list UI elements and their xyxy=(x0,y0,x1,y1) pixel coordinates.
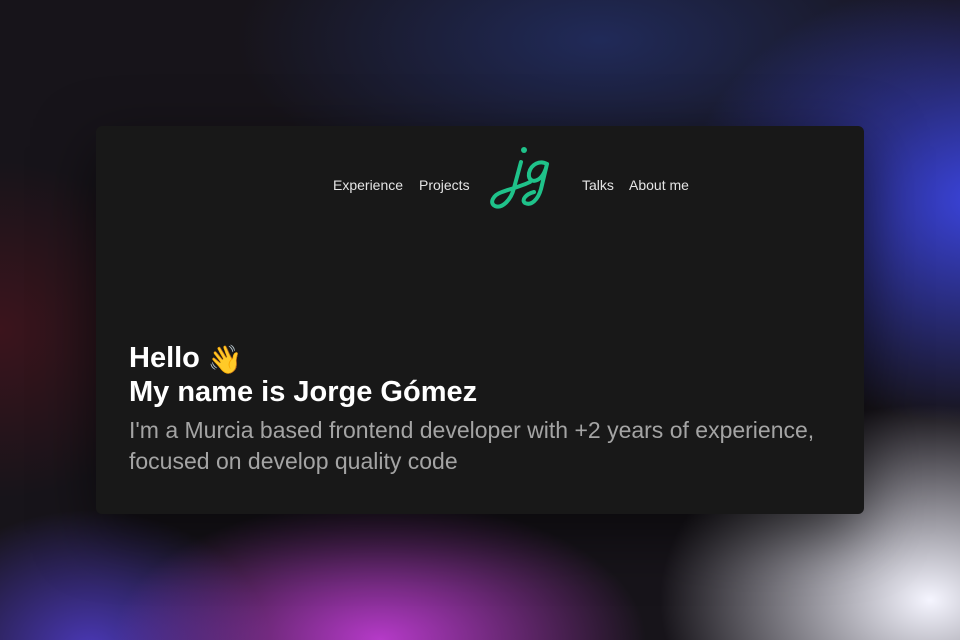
name-heading: My name is Jorge Gómez xyxy=(129,376,478,408)
hero-section: Hello 👋 My name is Jorge Gómez I'm a Murc… xyxy=(129,341,829,500)
portfolio-page-card: Experience Projects Talks About me Hello… xyxy=(96,126,864,514)
nav-link-about-me[interactable]: About me xyxy=(629,178,689,192)
greeting-text: Hello xyxy=(129,342,200,374)
nav-link-projects[interactable]: Projects xyxy=(419,178,470,192)
greeting-heading: Hello 👋 xyxy=(129,341,829,375)
waving-hand-icon: 👋 xyxy=(207,344,243,375)
nav-link-talks[interactable]: Talks xyxy=(582,178,614,192)
jg-logo-icon[interactable] xyxy=(488,142,564,212)
top-navigation: Experience Projects Talks About me xyxy=(96,142,864,212)
intro-description: I'm a Murcia based frontend developer wi… xyxy=(129,417,815,474)
nav-link-experience[interactable]: Experience xyxy=(333,178,403,192)
